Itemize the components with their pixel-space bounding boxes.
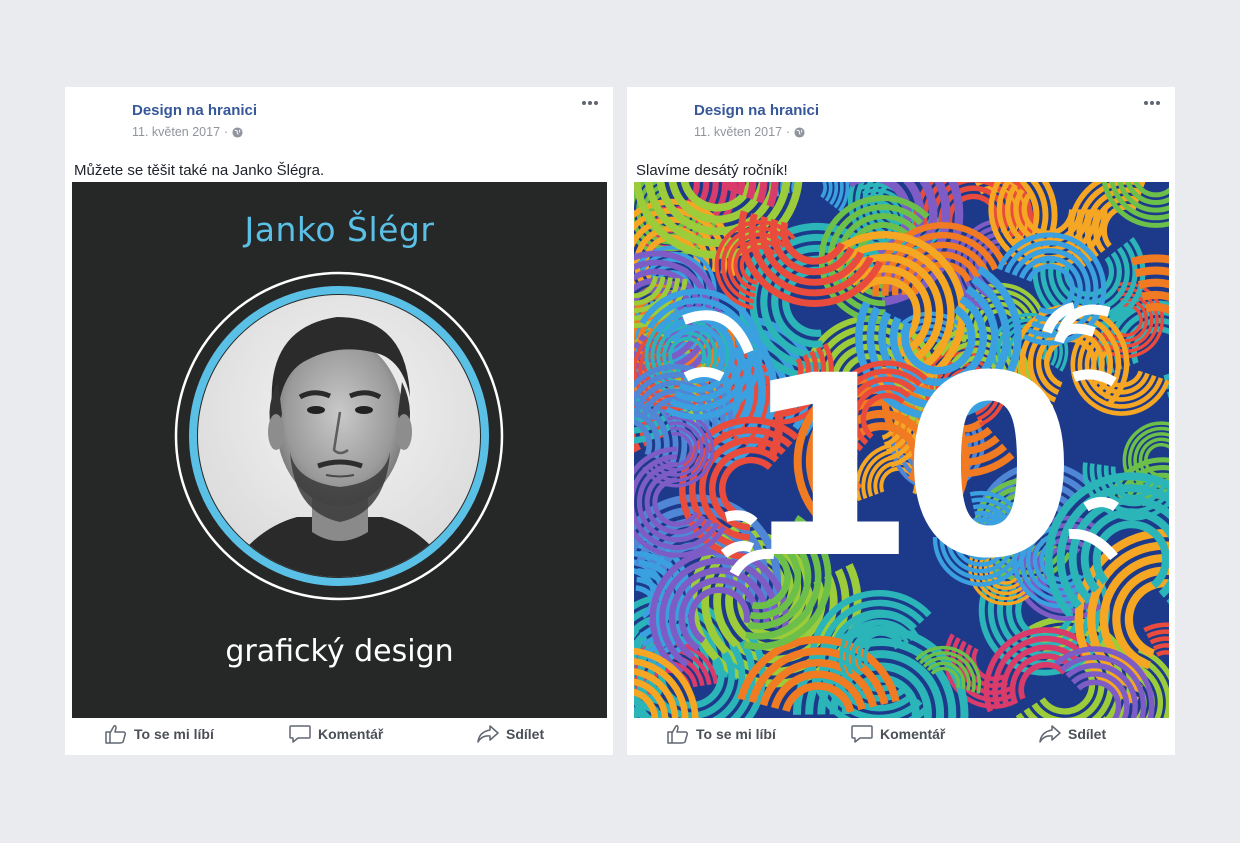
comment-label: Komentář — [880, 726, 946, 742]
comment-button[interactable]: Komentář — [851, 724, 945, 744]
page-name-link[interactable]: Design na hranici — [132, 102, 257, 119]
speech-bubble-icon — [289, 725, 311, 743]
post-actions: To se mi líbí Komentář Sdílet — [627, 720, 1175, 755]
post-card: Design na hranici 11. květen 2017 · Může… — [65, 87, 613, 755]
more-options-icon[interactable] — [1143, 97, 1161, 109]
like-button[interactable]: To se mi líbí — [667, 724, 776, 744]
more-options-icon[interactable] — [581, 97, 599, 109]
share-arrow-icon — [1039, 725, 1061, 743]
thumbs-up-icon — [667, 725, 689, 744]
share-arrow-icon — [477, 725, 499, 743]
share-label: Sdílet — [506, 726, 545, 742]
like-label: To se mi líbí — [134, 726, 214, 742]
anniversary-pattern-graphic: 10 — [634, 182, 1169, 718]
separator: · — [224, 125, 229, 139]
post-text: Můžete se těšit také na Janko Šlégra. — [74, 162, 325, 179]
post-header: Design na hranici 11. květen 2017 · — [627, 87, 1175, 147]
like-button[interactable]: To se mi líbí — [105, 724, 214, 744]
post-text: Slavíme desátý ročník! — [636, 162, 788, 179]
post-date[interactable]: 11. květen 2017 — [132, 125, 220, 139]
post-card: Design na hranici 11. květen 2017 · Slav… — [627, 87, 1175, 755]
post-image[interactable]: 10 — [634, 182, 1169, 718]
comment-label: Komentář — [318, 726, 384, 742]
post-meta: 11. květen 2017 · — [132, 125, 243, 139]
thumbs-up-icon — [105, 725, 127, 744]
image-subtitle: grafický design — [225, 634, 454, 669]
share-label: Sdílet — [1068, 726, 1107, 742]
post-image[interactable]: Janko Šlégr grafický design — [72, 182, 607, 718]
separator: · — [786, 125, 791, 139]
post-actions: To se mi líbí Komentář Sdílet — [65, 720, 613, 755]
share-button[interactable]: Sdílet — [477, 724, 544, 744]
anniversary-number: 10 — [742, 322, 1064, 613]
globe-icon[interactable] — [232, 126, 243, 138]
globe-icon[interactable] — [794, 126, 805, 138]
share-button[interactable]: Sdílet — [1039, 724, 1106, 744]
page-name-link[interactable]: Design na hranici — [694, 102, 819, 119]
post-header: Design na hranici 11. květen 2017 · — [65, 87, 613, 147]
like-label: To se mi líbí — [696, 726, 776, 742]
post-date[interactable]: 11. květen 2017 — [694, 125, 782, 139]
comment-button[interactable]: Komentář — [289, 724, 383, 744]
post-meta: 11. květen 2017 · — [694, 125, 805, 139]
speech-bubble-icon — [851, 725, 873, 743]
